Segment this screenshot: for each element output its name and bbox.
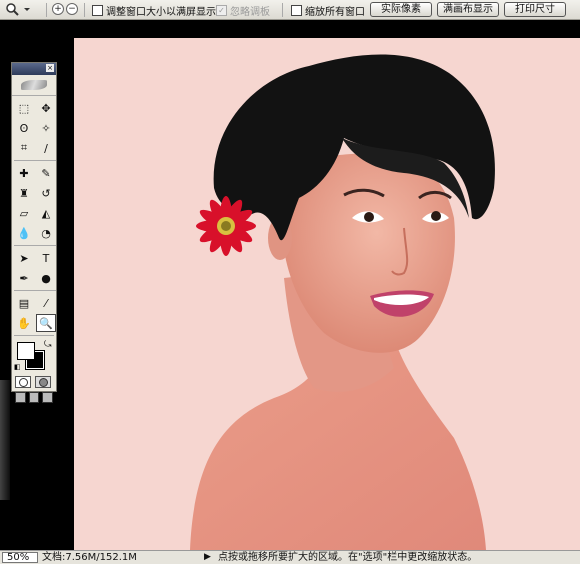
document-canvas[interactable] bbox=[74, 38, 580, 550]
move-icon[interactable]: ✥ bbox=[36, 99, 56, 117]
eyedropper-icon[interactable]: ⁄ bbox=[36, 294, 56, 312]
crop-icon[interactable]: ⌗ bbox=[14, 139, 34, 157]
workspace-shade bbox=[0, 380, 10, 500]
portrait-illustration bbox=[190, 54, 495, 550]
resize-windows-label: 调整窗口大小以满屏显示 bbox=[106, 6, 216, 18]
fit-screen-button[interactable]: 满画布显示 bbox=[437, 2, 499, 17]
type-icon[interactable]: T bbox=[36, 249, 56, 267]
full-screen-icon[interactable] bbox=[42, 392, 54, 403]
tools-palette[interactable]: × ⬚ ✥ ʘ ✧ ⌗ ∕ ✚ ✎ ♜ ↺ ▱ ◭ 💧 ◔ ➤ T ✒ ● ▤ ⁄ ✋ 🔍 ⤿ ◧ ➭ ✓ bbox=[11, 62, 57, 421]
jump-to-imageready-icon[interactable]: ➭ bbox=[15, 408, 24, 421]
zoom-icon[interactable]: 🔍 bbox=[36, 314, 56, 332]
separator bbox=[282, 3, 283, 17]
quick-mask-button[interactable] bbox=[35, 376, 51, 388]
full-screen-menu-icon[interactable] bbox=[28, 392, 40, 403]
print-size-button[interactable]: 打印尺寸 bbox=[504, 2, 566, 17]
zoom-all-windows-checkbox[interactable]: 缩放所有窗口 bbox=[291, 3, 365, 18]
dodge-icon[interactable]: ◔ bbox=[36, 224, 56, 242]
checkbox-box[interactable] bbox=[291, 4, 302, 16]
zoom-all-windows-label: 缩放所有窗口 bbox=[305, 6, 365, 18]
separator bbox=[14, 335, 54, 336]
separator bbox=[14, 290, 56, 291]
slice-icon[interactable]: ∕ bbox=[36, 139, 56, 157]
options-bar: + − 调整窗口大小以满屏显示 ✓ 忽略调板 缩放所有窗口 实际像素 满画布显示… bbox=[0, 0, 580, 20]
standard-mode-button[interactable] bbox=[15, 376, 31, 388]
separator bbox=[84, 3, 85, 17]
feather-icon bbox=[21, 80, 47, 90]
zoom-in-icon[interactable]: + bbox=[52, 3, 64, 15]
foreground-color[interactable] bbox=[17, 342, 35, 360]
ignore-palettes-checkbox: ✓ 忽略调板 bbox=[216, 3, 270, 18]
paint-bucket-icon[interactable]: ◭ bbox=[36, 204, 56, 222]
standard-screen-icon[interactable] bbox=[15, 392, 26, 403]
zoom-out-icon[interactable]: − bbox=[66, 3, 78, 15]
status-bar: 50% 文档:7.56M/152.1M ▶ 点按或拖移所要扩大的区域。在"选项"… bbox=[0, 550, 580, 564]
zoom-level-field[interactable]: 50% bbox=[2, 552, 38, 563]
close-icon[interactable]: × bbox=[46, 64, 54, 72]
status-hint: 点按或拖移所要扩大的区域。在"选项"栏中更改缩放状态。 bbox=[218, 552, 478, 563]
screen-modes bbox=[12, 392, 56, 403]
lasso-icon[interactable]: ʘ bbox=[14, 119, 34, 137]
separator bbox=[14, 160, 56, 161]
eraser-icon[interactable]: ▱ bbox=[14, 204, 34, 222]
hand-icon[interactable]: ✋ bbox=[14, 314, 34, 332]
actual-pixels-button[interactable]: 实际像素 bbox=[370, 2, 432, 17]
tool-grid: ⬚ ✥ ʘ ✧ ⌗ ∕ ✚ ✎ ♜ ↺ ▱ ◭ 💧 ◔ ➤ T ✒ ● ▤ ⁄ ✋ 🔍 bbox=[12, 96, 56, 332]
color-swatches: ⤿ ◧ bbox=[14, 339, 54, 373]
pen-icon[interactable]: ✒ bbox=[14, 269, 34, 287]
separator bbox=[14, 245, 56, 246]
iris-right bbox=[431, 211, 441, 221]
swap-colors-icon[interactable]: ⤿ bbox=[44, 340, 52, 350]
magic-wand-icon[interactable]: ✧ bbox=[36, 119, 56, 137]
ellipse-shape-icon[interactable]: ● bbox=[36, 269, 56, 287]
brush-icon[interactable]: ✎ bbox=[36, 164, 56, 182]
document-size[interactable]: 文档:7.56M/152.1M bbox=[42, 552, 137, 563]
ignore-palettes-label: 忽略调板 bbox=[230, 6, 270, 18]
photoshop-logo[interactable] bbox=[12, 75, 56, 96]
separator bbox=[46, 3, 47, 17]
resize-windows-checkbox[interactable]: 调整窗口大小以满屏显示 bbox=[92, 3, 216, 18]
blur-icon[interactable]: 💧 bbox=[14, 224, 34, 242]
marquee-icon[interactable]: ⬚ bbox=[14, 99, 34, 117]
edit-modes bbox=[12, 376, 56, 388]
brush-check-icon[interactable]: ✓ bbox=[28, 408, 37, 421]
healing-brush-icon[interactable]: ✚ bbox=[14, 164, 34, 182]
zoom-magnifier-icon[interactable] bbox=[4, 2, 34, 17]
jump-to: ➭ ✓ bbox=[12, 408, 56, 421]
notes-icon[interactable]: ▤ bbox=[14, 294, 34, 312]
workspace-top-strip bbox=[74, 20, 580, 38]
checkbox-box: ✓ bbox=[216, 4, 227, 16]
palette-title-bar[interactable]: × bbox=[12, 63, 56, 75]
clone-stamp-icon[interactable]: ♜ bbox=[14, 184, 34, 202]
checkbox-box[interactable] bbox=[92, 4, 103, 16]
path-selection-icon[interactable]: ➤ bbox=[14, 249, 34, 267]
default-colors-icon[interactable]: ◧ bbox=[14, 363, 22, 371]
status-menu-arrow-icon[interactable]: ▶ bbox=[204, 552, 211, 563]
iris-left bbox=[364, 212, 374, 222]
history-brush-icon[interactable]: ↺ bbox=[36, 184, 56, 202]
